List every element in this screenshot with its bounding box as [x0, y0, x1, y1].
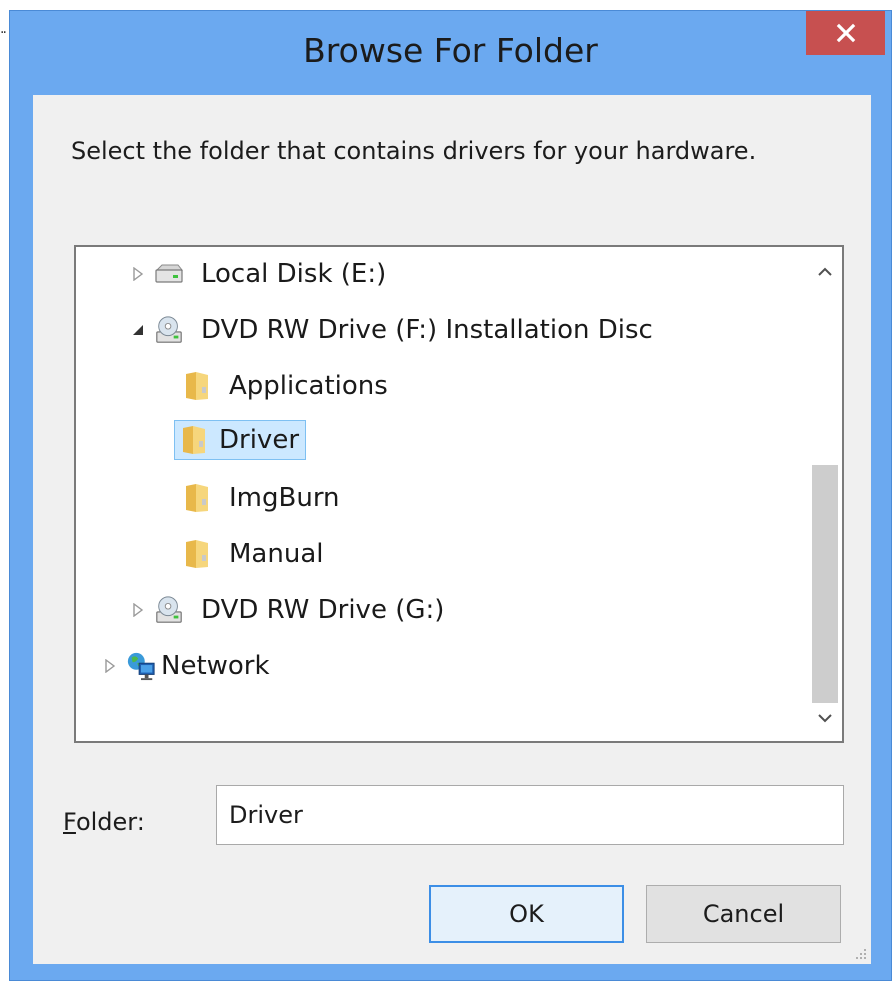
folder-icon	[179, 425, 209, 455]
tree-item-driver[interactable]: Driver	[174, 417, 307, 463]
dvd-drive-icon	[154, 595, 184, 625]
vertical-scrollbar[interactable]	[808, 247, 842, 741]
close-button[interactable]	[806, 11, 885, 55]
folder-label: Folder:	[63, 808, 145, 836]
tree-item-applications[interactable]: Applications	[182, 363, 395, 409]
resize-grip-icon[interactable]	[853, 946, 867, 960]
close-icon	[836, 23, 855, 43]
tree-item-network[interactable]: Network	[100, 643, 277, 689]
folder-icon	[182, 483, 212, 513]
tree-item-local-disk-e[interactable]: Local Disk (E:)	[128, 251, 393, 297]
title-bar[interactable]: Browse For Folder	[10, 11, 891, 96]
chevron-down-icon	[818, 714, 832, 723]
folder-input[interactable]	[216, 785, 844, 845]
dvd-drive-icon	[154, 315, 184, 345]
folder-icon	[182, 539, 212, 569]
folder-label-rest: older:	[75, 808, 145, 836]
tree-item-dvd-f[interactable]: DVD RW Drive (F:) Installation Disc	[128, 307, 660, 353]
tree-item-imgburn[interactable]: ImgBurn	[182, 475, 347, 521]
scroll-up-button[interactable]	[808, 251, 842, 291]
browse-for-folder-dialog: Browse For Folder Select the folder that…	[9, 10, 892, 981]
instruction-text: Select the folder that contains drivers …	[71, 137, 757, 165]
selection-highlight: Driver	[174, 420, 307, 460]
screen: .. Browse For Folder Select the folder t…	[0, 0, 892, 981]
expand-arrow-icon[interactable]	[128, 600, 148, 620]
dialog-title: Browse For Folder	[303, 31, 598, 70]
chevron-up-icon	[818, 267, 832, 276]
folder-label-accesskey: F	[63, 808, 76, 836]
folder-icon	[182, 371, 212, 401]
tree-item-manual[interactable]: Manual	[182, 531, 330, 577]
ok-button[interactable]: OK	[429, 885, 624, 943]
tree-item-label: Network	[161, 651, 270, 681]
tree-item-label: DVD RW Drive (F:) Installation Disc	[201, 315, 653, 345]
tree-item-label: Local Disk (E:)	[201, 259, 387, 289]
tree-item-dvd-g[interactable]: DVD RW Drive (G:)	[128, 587, 451, 633]
tree-item-label: Manual	[229, 539, 324, 569]
network-icon	[126, 651, 156, 681]
expand-arrow-icon[interactable]	[100, 656, 120, 676]
tree-item-label: DVD RW Drive (G:)	[201, 595, 445, 625]
dialog-body: Select the folder that contains drivers …	[33, 95, 871, 964]
collapse-arrow-icon[interactable]	[128, 320, 148, 340]
cancel-button[interactable]: Cancel	[646, 885, 841, 943]
tree-item-label: ImgBurn	[229, 483, 340, 513]
drive-icon	[154, 259, 184, 289]
folder-tree[interactable]: Local Disk (E:) DVD RW Drive (F:) Instal…	[74, 245, 844, 743]
expand-arrow-icon[interactable]	[128, 264, 148, 284]
scroll-down-button[interactable]	[808, 699, 842, 739]
tree-item-label: Applications	[229, 371, 388, 401]
tree-item-label: Driver	[219, 425, 300, 455]
scrollbar-thumb[interactable]	[812, 465, 838, 703]
